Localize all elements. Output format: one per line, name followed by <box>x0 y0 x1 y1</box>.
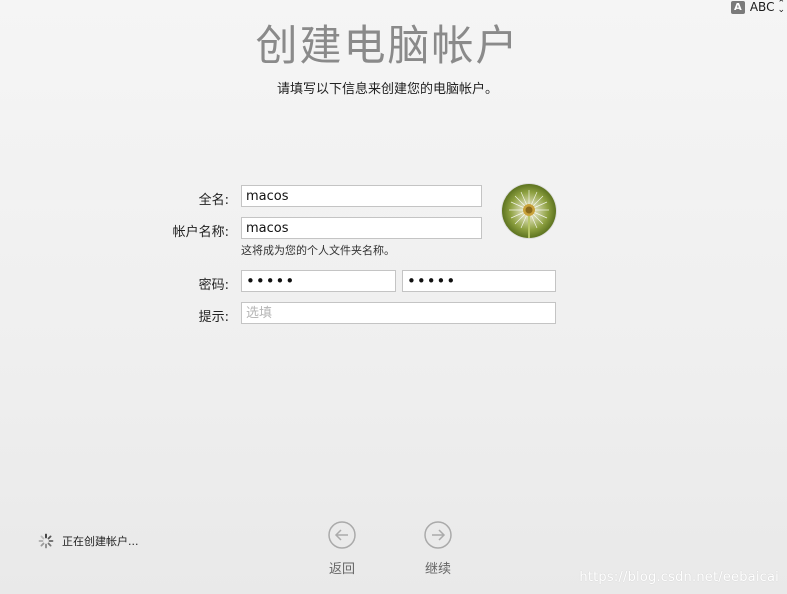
status-text: 正在创建帐户... <box>62 535 139 548</box>
password-hint-input[interactable] <box>241 302 556 324</box>
arrow-right-circle-icon <box>424 521 452 549</box>
account-name-label: 帐户名称: <box>172 225 229 240</box>
password-label: 密码: <box>198 278 229 293</box>
continue-button[interactable]: 继续 <box>408 521 468 577</box>
continue-label: 继续 <box>424 562 451 577</box>
dandelion-avatar-image <box>502 184 556 238</box>
back-label: 返回 <box>328 562 355 577</box>
user-avatar[interactable] <box>502 184 556 238</box>
back-button[interactable]: 返回 <box>312 521 372 577</box>
password-hint-label: 提示: <box>198 310 229 325</box>
full-name-input[interactable] <box>241 185 482 207</box>
page-subtitle: 请填写以下信息来创建您的电脑帐户。 <box>276 82 498 97</box>
account-name-input[interactable] <box>241 217 482 239</box>
arrow-left-circle-icon <box>328 521 356 549</box>
spinner-icon <box>38 533 54 549</box>
password-verify-input[interactable] <box>402 270 556 292</box>
account-name-hint: 这将成为您的个人文件夹名称。 <box>241 244 395 257</box>
page-title: 创建电脑帐户 <box>255 21 520 70</box>
updown-chevron-icon: ⌃ ⌄ <box>777 0 785 15</box>
creating-account-status: 正在创建帐户... <box>38 533 139 549</box>
full-name-label: 全名: <box>198 193 229 208</box>
watermark: https://blog.csdn.net/eebaicai <box>579 570 779 585</box>
password-input[interactable] <box>241 270 396 292</box>
